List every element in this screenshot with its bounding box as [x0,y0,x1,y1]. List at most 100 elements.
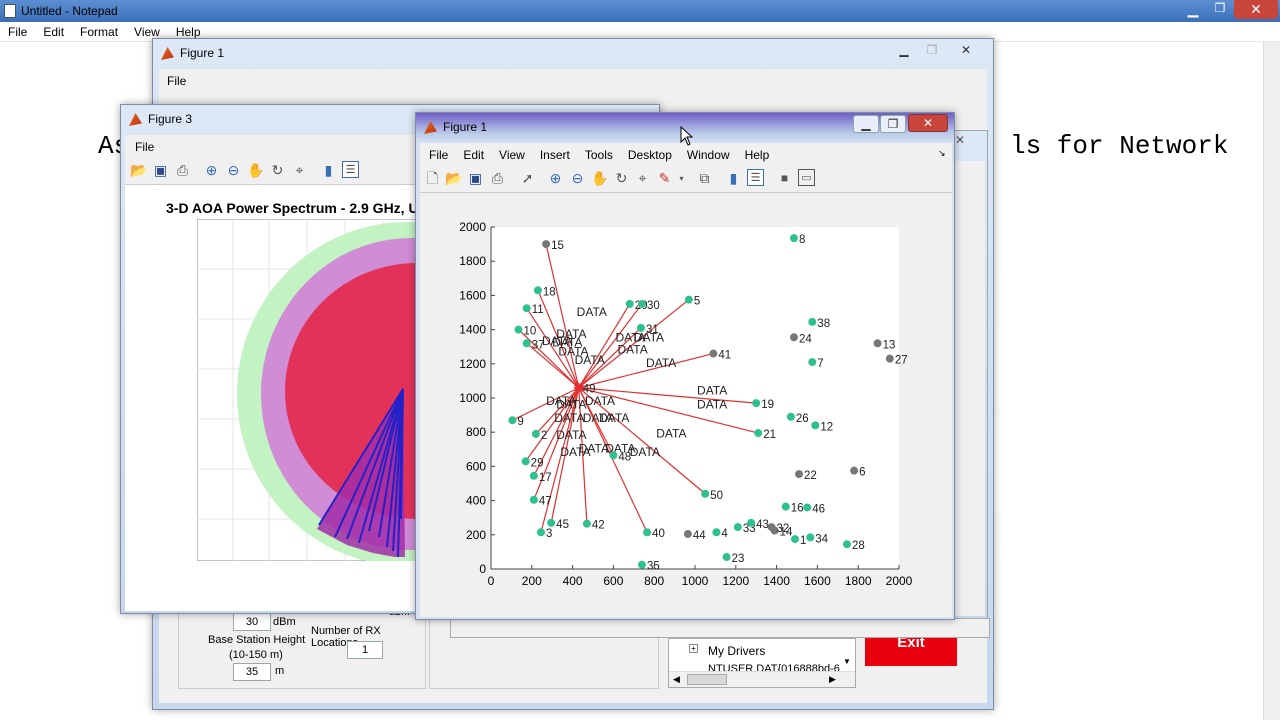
node-label-44: 44 [693,530,706,542]
zoom-in-icon[interactable]: ⊕ [203,162,220,179]
brush-icon[interactable]: ✎ [656,170,673,187]
back-maximize-button[interactable]: ❐ [919,42,945,60]
menu-help[interactable]: Help [168,22,209,39]
notepad-scrollbar[interactable] [1263,42,1280,720]
brush-dropdown-icon[interactable]: ▾ [673,170,690,187]
rotate-icon[interactable]: ↻ [613,170,630,187]
figure1-menu-edit[interactable]: Edit [463,148,484,162]
save-icon[interactable]: ▣ [467,170,484,187]
node-label-19: 19 [761,399,774,411]
figure1-window: Figure 1 ▁ ❐ ✕ File Edit View Insert Tools De… [415,112,955,620]
tree-scroll-down-icon[interactable]: ▼ [843,657,851,666]
legend-icon[interactable]: ☰ [342,161,359,178]
bs-height-input[interactable]: 35 [233,663,271,681]
figure1-menu-help[interactable]: Help [745,148,770,162]
menu-edit[interactable]: Edit [35,22,72,39]
print-icon[interactable]: ⎙ [489,170,506,187]
pan-icon[interactable]: ✋ [591,170,608,187]
zoom-in-icon[interactable]: ⊕ [547,170,564,187]
back-close-button[interactable]: ✕ [951,42,981,60]
node-label-23: 23 [732,553,745,565]
dock-arrow-icon[interactable]: ↘ [938,148,946,159]
show-plot-tools-icon[interactable]: ▭ [798,169,815,186]
figure1-menu-window[interactable]: Window [687,148,730,162]
link-plot-icon[interactable]: ⧉ [696,170,713,187]
open-icon[interactable]: 📂 [445,170,462,187]
minimize-button[interactable]: ▁ [1180,1,1206,19]
scroll-right-icon[interactable]: ▶ [829,674,836,685]
hub-label: 49 [583,384,596,396]
save-icon[interactable]: ▣ [152,162,169,179]
rx-locations-input[interactable]: 1 [347,641,383,659]
node-label-7: 7 [817,358,823,370]
data-label: DATA [585,394,615,408]
pan-icon[interactable]: ✋ [247,162,264,179]
data-cursor-icon[interactable]: ⌖ [634,170,651,187]
node-label-4: 4 [721,528,728,540]
back-minimize-button[interactable]: ▁ [891,42,917,60]
hidden-window-edge: ✕ [950,130,988,620]
node-label-15: 15 [551,240,564,252]
tree-expand-icon[interactable]: + [689,644,698,653]
x-tick-label: 1200 [722,574,749,588]
maximize-button[interactable]: ❐ [1207,1,1233,19]
data-label: DATA [556,397,586,411]
rotate-icon[interactable]: ↻ [269,162,286,179]
colorbar-icon[interactable]: ▮ [725,170,742,187]
figure1-menu-view[interactable]: View [499,148,525,162]
figure1-close-button[interactable]: ✕ [908,114,948,132]
tree-horizontal-scrollbar[interactable]: ◀ ▶ [669,671,855,687]
figure1-menu-bar: File Edit View Insert Tools Desktop Window Help… [420,143,952,165]
edit-plot-arrow-icon[interactable]: ➚ [519,170,536,187]
menu-file[interactable]: File [0,22,35,39]
tree-item-my-drivers[interactable]: My Drivers [708,644,765,658]
figure1-canvas: 0 200 400 600 800 1000 1200 1400 1600 1800 2000 0 20… [420,193,952,617]
back-menu-file[interactable]: File [167,74,186,88]
scroll-left-icon[interactable]: ◀ [673,674,680,685]
zoom-out-icon[interactable]: ⊖ [569,170,586,187]
figure3-menu-file[interactable]: File [135,140,154,154]
figure1-menu-insert[interactable]: Insert [540,148,570,162]
x-tick-label: 1400 [763,574,790,588]
data-label: DATA [646,356,676,370]
y-tick-label: 600 [466,459,486,473]
hidden-window-close-icon[interactable]: ✕ [955,133,965,147]
file-tree[interactable]: + My Drivers NTUSER.DAT{016888bd-6c ▼ ◀ … [668,638,856,688]
close-button[interactable]: ✕ [1234,0,1278,19]
figure1-menu-file[interactable]: File [429,148,448,162]
power-input[interactable]: 30 [233,613,271,631]
node-point-34 [806,533,815,542]
figure1-menu-desktop[interactable]: Desktop [628,148,672,162]
aoa-spectrum-plot [197,219,427,561]
y-tick-label: 1400 [459,323,486,337]
figure3-title: Figure 3 [148,112,193,126]
figure1-matlab-icon [424,121,443,135]
data-cursor-icon[interactable]: ⌖ [291,162,308,179]
notepad-title: Untitled - Notepad [21,4,118,18]
node-label-31: 31 [646,324,659,336]
figure1-maximize-button[interactable]: ❐ [880,115,906,133]
node-label-12: 12 [820,421,833,433]
node-point-33 [733,523,742,532]
back-figure-title: Figure 1 [180,46,225,60]
menu-view[interactable]: View [126,22,168,39]
bs-height-range: (10-150 m) [229,649,283,661]
scroll-thumb[interactable] [687,674,727,685]
figure1-minimize-button[interactable]: ▁ [853,115,879,133]
node-point-35 [637,560,646,569]
legend-icon[interactable]: ☰ [747,169,764,186]
new-figure-icon[interactable]: 🗋 [424,170,441,187]
x-tick-label: 800 [644,574,664,588]
node-point-12 [811,421,820,430]
hide-plot-tools-icon[interactable]: ■ [776,170,793,187]
node-point-43 [747,518,756,527]
colorbar-icon[interactable]: ▮ [320,162,337,179]
data-label: DATA [617,343,647,357]
zoom-out-icon[interactable]: ⊖ [225,162,242,179]
print-icon[interactable]: ⎙ [174,162,191,179]
data-label: DATA [556,428,586,442]
menu-format[interactable]: Format [72,22,126,39]
open-icon[interactable]: 📂 [130,162,147,179]
hidden-window-body [955,161,985,616]
figure1-menu-tools[interactable]: Tools [585,148,613,162]
